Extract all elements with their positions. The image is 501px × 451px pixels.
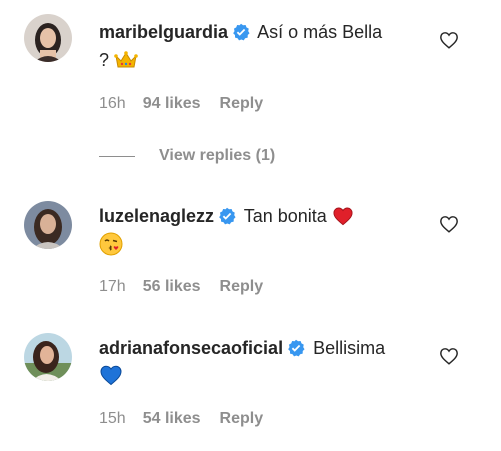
reply-button[interactable]: Reply <box>220 95 264 112</box>
comment-text-continued: ? <box>99 48 138 76</box>
like-heart-icon[interactable] <box>439 31 459 54</box>
username-link[interactable]: maribelguardia <box>99 22 228 42</box>
likes-count[interactable]: 94 likes <box>143 95 201 112</box>
username-link[interactable]: adrianafonsecaoficial <box>99 338 283 358</box>
comment-text-line2: ? <box>99 50 110 70</box>
reply-button[interactable]: Reply <box>220 278 264 295</box>
timestamp: 17h <box>99 278 126 295</box>
username-link[interactable]: luzelenaglezz <box>99 206 214 226</box>
timestamp: 16h <box>99 95 126 112</box>
avatar[interactable] <box>24 14 72 62</box>
blue-heart-icon <box>99 364 123 392</box>
comment-text: Bellisima <box>313 338 386 358</box>
red-heart-icon <box>332 206 354 231</box>
reply-button[interactable]: Reply <box>220 410 264 427</box>
timestamp: 15h <box>99 410 126 427</box>
comment-text: Tan bonita <box>243 206 327 226</box>
verified-badge-icon <box>232 23 250 46</box>
comment-text-continued <box>99 364 123 392</box>
verified-badge-icon <box>218 207 236 230</box>
kissing-face-icon <box>99 232 123 262</box>
view-replies-button[interactable]: View replies (1) <box>99 146 275 166</box>
comment-text-continued <box>99 232 123 262</box>
like-heart-icon[interactable] <box>439 347 459 370</box>
comment-body: maribelguardia Así o más Bella <box>99 21 382 46</box>
comment-meta: 15h 54 likes Reply <box>99 410 263 428</box>
replies-divider <box>99 155 135 157</box>
comment-meta: 17h 56 likes Reply <box>99 278 263 296</box>
view-replies-label: View replies (1) <box>159 147 276 164</box>
likes-count[interactable]: 56 likes <box>143 278 201 295</box>
comment-meta: 16h 94 likes Reply <box>99 95 263 113</box>
avatar[interactable] <box>24 333 72 381</box>
comment-text: Así o más Bella <box>257 22 383 42</box>
crown-icon <box>114 50 138 76</box>
comment-body: adrianafonsecaoficial Bellisima <box>99 337 385 362</box>
avatar[interactable] <box>24 201 72 249</box>
like-heart-icon[interactable] <box>439 215 459 238</box>
comment-body: luzelenaglezz Tan bonita <box>99 205 354 231</box>
verified-badge-icon <box>287 339 305 362</box>
likes-count[interactable]: 54 likes <box>143 410 201 427</box>
